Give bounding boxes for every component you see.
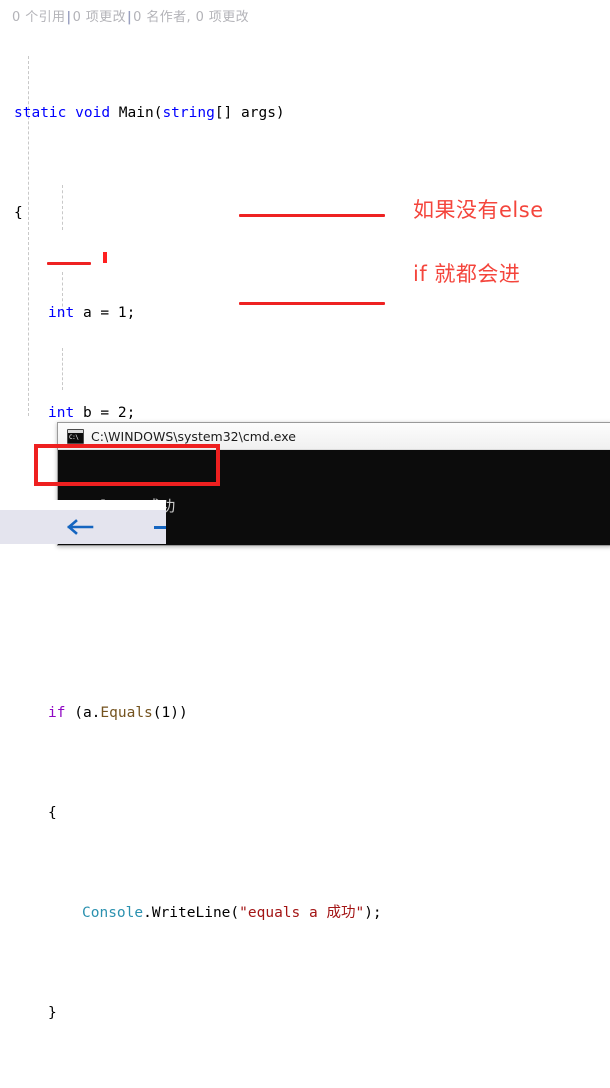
dot-1: .: [91, 705, 101, 721]
cond-a-arg-open: (: [152, 705, 162, 721]
keyword-void: void: [75, 105, 111, 121]
annotation-no-else: 如果没有else: [413, 198, 544, 222]
annotation-if-all-enter: if 就都会进: [413, 262, 521, 286]
underline-if-second: [47, 262, 91, 265]
code-line-blank-1[interactable]: [0, 601, 610, 626]
code-line-signature[interactable]: static void Main(string[] args): [0, 101, 610, 126]
literal-1: 1: [117, 305, 127, 321]
keyword-int-b: int: [48, 405, 75, 421]
space-6: [65, 705, 74, 721]
method-equals: Equals: [100, 705, 153, 721]
identifier-main: Main: [118, 105, 154, 121]
args-suffix: [] args): [214, 105, 285, 121]
call-open-1: (: [230, 905, 240, 921]
class-console-1: Console: [82, 905, 144, 921]
bottom-status-bar[interactable]: [0, 500, 166, 544]
literal-1-arg: 1: [161, 705, 171, 721]
literal-2: 2: [117, 405, 127, 421]
semi-1: ;: [126, 305, 136, 321]
keyword-static: static: [14, 105, 67, 121]
method-writeline-1: WriteLine: [151, 905, 231, 921]
codelens-authors[interactable]: 0 名作者, 0 项更改: [133, 10, 249, 25]
code-line-open-brace-if1[interactable]: {: [0, 801, 610, 826]
assign-b: =: [91, 405, 118, 421]
highlight-box-console-output: [34, 444, 220, 486]
bottom-bar-dash: [154, 526, 166, 529]
space-1: [66, 105, 75, 121]
code-content[interactable]: static void Main(string[] args) { int a …: [0, 26, 610, 1088]
brace-open-method: {: [14, 205, 23, 221]
keyword-if-1: if: [48, 705, 66, 721]
console-title: C:\WINDOWS\system32\cmd.exe: [91, 428, 296, 444]
code-line-writeline-a[interactable]: Console.WriteLine("equals a 成功");: [0, 901, 610, 926]
bottom-bar-spacer: [0, 500, 166, 510]
variable-a: a: [82, 305, 92, 321]
cond-a-close: )): [170, 705, 188, 721]
literal-equals-a: "equals a 成功": [239, 905, 365, 921]
space-3: [74, 305, 83, 321]
space-4: [74, 405, 83, 421]
cond-a-open: (: [74, 705, 83, 721]
assign-a: =: [91, 305, 118, 321]
space-2: [110, 105, 119, 121]
underline-equals-b: [239, 302, 385, 305]
codelens-changes[interactable]: 0 项更改: [73, 10, 126, 25]
call-close-1: );: [364, 905, 382, 921]
variable-a-ref: a: [82, 705, 92, 721]
brace-open-if1: {: [48, 805, 57, 821]
back-arrow-icon[interactable]: [66, 518, 94, 536]
codelens-references[interactable]: 0 个引用: [12, 10, 65, 25]
cmd-icon: [67, 428, 84, 444]
keyword-string-param: string: [162, 105, 215, 121]
variable-b: b: [82, 405, 92, 421]
code-line-if-a-equals[interactable]: if (a.Equals(1)): [0, 701, 610, 726]
dot-2: .: [143, 905, 152, 921]
underline-equals-a: [239, 214, 385, 217]
margin-change-marker: [103, 252, 107, 263]
code-line-close-brace-if1[interactable]: }: [0, 1001, 610, 1026]
keyword-int-a: int: [48, 305, 75, 321]
codelens-separator-1: |: [66, 10, 72, 25]
codelens-bar[interactable]: 0 个引用|0 项更改|0 名作者, 0 项更改: [12, 6, 249, 25]
brace-close-if1: }: [48, 1005, 57, 1021]
semi-2: ;: [126, 405, 136, 421]
